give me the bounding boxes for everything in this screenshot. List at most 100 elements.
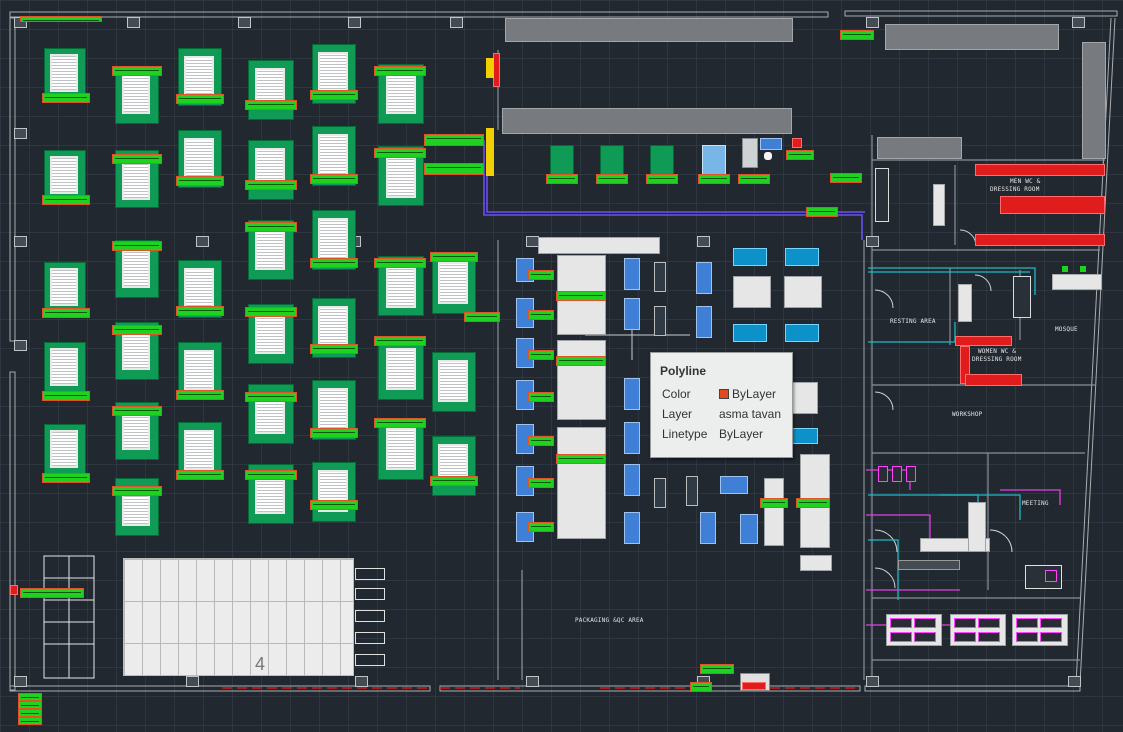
panel-tag	[840, 30, 874, 40]
station-tag	[528, 522, 554, 532]
machine-bed	[255, 312, 285, 354]
machine-tag	[430, 476, 478, 486]
column-marker	[866, 17, 879, 28]
chair[interactable]	[1045, 570, 1057, 582]
trolley[interactable]	[686, 476, 698, 506]
room-label-men-wc: MEN WC &	[1010, 178, 1041, 185]
side-table[interactable]	[800, 555, 832, 571]
qc-station[interactable]	[624, 512, 640, 544]
machine-bed	[386, 348, 416, 390]
workstation[interactable]	[954, 618, 976, 628]
machine-tag	[176, 306, 224, 316]
ironing-table[interactable]	[733, 276, 771, 308]
workstation[interactable]	[914, 632, 936, 642]
electrical-panel	[486, 128, 494, 176]
color-swatch-icon	[719, 389, 729, 399]
packing-table[interactable]	[557, 427, 606, 539]
workstation[interactable]	[914, 618, 936, 628]
station-tag	[528, 350, 554, 360]
machine-tag	[112, 241, 162, 251]
steam-cabinet[interactable]	[550, 145, 574, 175]
workstation[interactable]	[1016, 632, 1038, 642]
legend-entry	[18, 709, 42, 717]
workstation[interactable]	[892, 466, 902, 482]
storage-rack[interactable]	[123, 558, 354, 676]
steam-cabinet[interactable]	[600, 145, 624, 175]
pallet[interactable]	[355, 588, 385, 600]
workstation[interactable]	[906, 466, 916, 482]
workstation[interactable]	[1016, 618, 1038, 628]
machine-bed	[184, 350, 214, 390]
side-table[interactable]	[764, 478, 784, 546]
workstation[interactable]	[878, 466, 888, 482]
alarm-marker	[10, 585, 18, 595]
packing-shelf[interactable]	[538, 237, 660, 254]
machine-tag	[245, 180, 297, 190]
column-marker	[14, 128, 27, 139]
ironing-unit[interactable]	[733, 324, 767, 342]
trolley[interactable]	[654, 478, 666, 508]
pallet[interactable]	[355, 568, 385, 580]
equipment-box[interactable]	[742, 138, 758, 168]
qc-station[interactable]	[696, 306, 712, 338]
bench[interactable]	[898, 560, 960, 570]
workstation[interactable]	[954, 632, 976, 642]
workbench-right[interactable]	[885, 24, 1059, 50]
machine-bed	[255, 228, 285, 270]
column-marker	[14, 676, 27, 687]
workstation[interactable]	[978, 618, 1000, 628]
ironing-unit[interactable]	[785, 324, 819, 342]
machine-tag	[310, 258, 358, 268]
machine-tag	[310, 90, 358, 100]
pallet[interactable]	[355, 610, 385, 622]
pallet[interactable]	[355, 632, 385, 644]
qc-station[interactable]	[624, 258, 640, 290]
wc-cubicles	[975, 234, 1105, 246]
packing-table[interactable]	[557, 340, 606, 420]
washbasins	[958, 284, 972, 322]
trolley[interactable]	[654, 262, 666, 292]
qc-station[interactable]	[624, 464, 640, 496]
workbench-middle[interactable]	[502, 108, 792, 134]
machine-tag	[42, 93, 90, 103]
workstation[interactable]	[978, 632, 1000, 642]
tooltip-key-color: Color	[662, 387, 691, 401]
machine-bed	[318, 218, 348, 260]
toilets	[1013, 276, 1031, 318]
ironing-unit[interactable]	[733, 248, 767, 266]
machine-tag	[374, 336, 426, 346]
workbench-lower-right[interactable]	[877, 137, 962, 159]
cad-model-space[interactable]: PACKAGING &QC AREA 4 MEN WC & DRESSING R…	[0, 0, 1123, 732]
equipment-blue[interactable]	[760, 138, 782, 150]
machine-bed	[386, 156, 416, 198]
machine-bed	[438, 360, 468, 402]
steam-cabinet[interactable]	[650, 145, 674, 175]
ironing-table[interactable]	[792, 382, 818, 414]
pallet[interactable]	[355, 654, 385, 666]
workbench-right-vertical[interactable]	[1082, 42, 1106, 159]
trolley[interactable]	[654, 306, 666, 336]
qc-station[interactable]	[696, 262, 712, 294]
qc-station[interactable]	[700, 512, 716, 544]
qc-station[interactable]	[624, 378, 640, 410]
water-cabinet[interactable]	[702, 145, 726, 175]
ironing-unit[interactable]	[792, 428, 818, 444]
workstation[interactable]	[1040, 632, 1062, 642]
workbench-top[interactable]	[505, 18, 793, 42]
ironing-unit[interactable]	[785, 248, 819, 266]
qc-station[interactable]	[624, 298, 640, 330]
machine-bed	[386, 266, 416, 308]
ironing-table[interactable]	[784, 276, 822, 308]
station-tag	[528, 392, 554, 402]
workshop-bench[interactable]	[968, 502, 986, 552]
workstation[interactable]	[890, 618, 912, 628]
qc-station[interactable]	[720, 476, 748, 494]
workstation[interactable]	[1040, 618, 1062, 628]
machine-tag	[42, 195, 90, 205]
qc-station[interactable]	[624, 422, 640, 454]
machine-tag	[42, 473, 90, 483]
qc-station[interactable]	[740, 514, 758, 544]
machine-tag	[176, 390, 224, 400]
machine-tag	[112, 325, 162, 335]
workstation[interactable]	[890, 632, 912, 642]
